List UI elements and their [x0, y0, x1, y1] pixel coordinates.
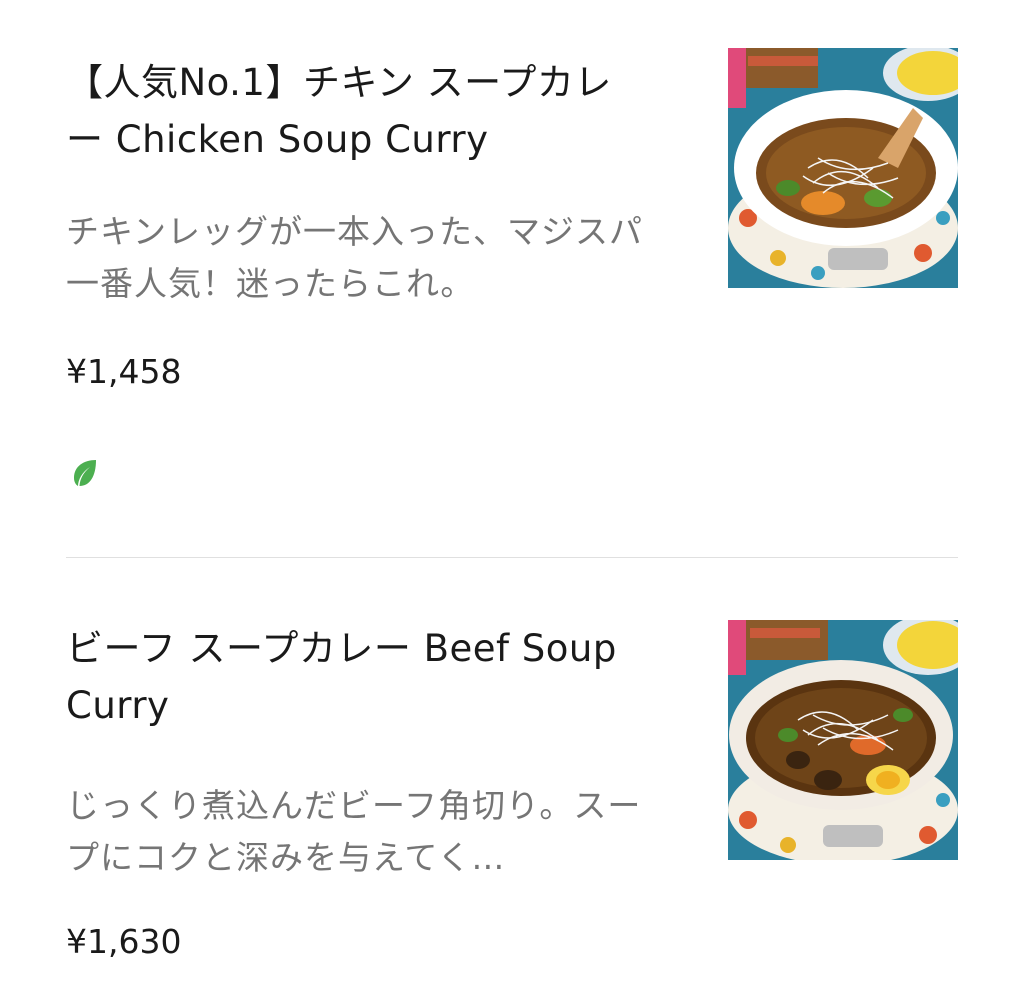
item-price: ¥1,630: [66, 922, 182, 961]
item-photo[interactable]: [728, 48, 958, 288]
menu-item-chicken-soup-curry[interactable]: 【人気No.1】チキン スープカレー Chicken Soup Curry チキ…: [66, 48, 958, 557]
divider: [66, 557, 958, 558]
item-price: ¥1,458: [66, 352, 182, 391]
item-title: 【人気No.1】チキン スープカレー Chicken Soup Curry: [66, 61, 612, 161]
leaf-icon: [74, 460, 96, 486]
beef-soup-curry-photo: [728, 620, 958, 860]
item-title: ビーフ スープカレー Beef Soup Curry: [66, 627, 617, 727]
menu-list: 【人気No.1】チキン スープカレー Chicken Soup Curry チキ…: [0, 0, 1024, 993]
item-description: じっくり煮込んだビーフ角切り。スープにコクと深みを与えてく…: [66, 786, 642, 877]
chicken-soup-curry-photo: [728, 48, 958, 288]
item-description: チキンレッグが一本入った、マジスパ一番人気！迷ったらこれ。: [66, 212, 644, 303]
item-photo[interactable]: [728, 620, 958, 860]
menu-item-beef-soup-curry[interactable]: ビーフ スープカレー Beef Soup Curry じっくり煮込んだビーフ角切…: [66, 620, 958, 993]
